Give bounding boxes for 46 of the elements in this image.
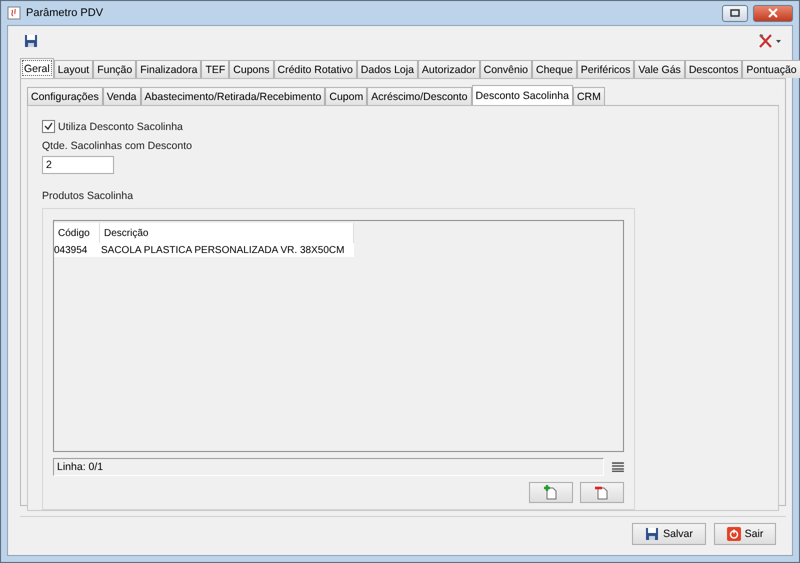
row-status: Linha: 0/1	[53, 458, 604, 476]
power-icon	[726, 527, 741, 541]
restore-button[interactable]	[722, 4, 748, 22]
tab[interactable]: Periféricos	[576, 60, 634, 78]
close-icon	[768, 8, 778, 18]
tab[interactable]: Descontos	[684, 60, 742, 78]
tab[interactable]: Função	[93, 60, 136, 78]
tools-dropdown-icon[interactable]	[758, 33, 782, 49]
tab[interactable]: Pontuação	[742, 60, 800, 78]
field-label: Qtde. Sacolinhas com Desconto	[42, 140, 193, 152]
tab[interactable]: Abastecimento/Retirada/Recebimento	[140, 87, 326, 105]
checkbox-label: Utiliza Desconto Sacolinha	[58, 120, 183, 132]
tab[interactable]: Geral	[20, 58, 54, 78]
window-title: Parâmetro PDV	[26, 7, 104, 19]
tab[interactable]: Crédito Rotativo	[274, 60, 357, 78]
tab[interactable]: Cupons	[229, 60, 274, 78]
tab[interactable]: Desconto Sacolinha	[472, 85, 573, 105]
save-icon	[24, 34, 38, 48]
tab[interactable]: TEF	[201, 60, 230, 78]
checkbox[interactable]	[42, 120, 55, 133]
close-button[interactable]	[753, 4, 793, 22]
save-button[interactable]: Salvar	[632, 523, 706, 545]
app-icon	[7, 6, 21, 20]
remove-row-button[interactable]	[580, 482, 624, 503]
exit-button[interactable]: Sair	[714, 523, 776, 545]
remove-document-icon	[595, 485, 609, 500]
tab[interactable]: Vale Gás	[634, 60, 685, 78]
tab[interactable]: CRM	[572, 87, 605, 105]
add-row-button[interactable]	[529, 482, 573, 503]
group-title: Produtos Sacolinha	[42, 190, 134, 202]
tab[interactable]: Acréscimo/Desconto	[367, 87, 472, 105]
table-cell-text: SACOLA PLASTICA PERSONALIZADA VR. 38X50CM	[100, 244, 346, 257]
quantity-field[interactable]: 2	[42, 156, 114, 174]
restore-icon	[730, 9, 740, 17]
tab[interactable]: Dados Loja	[356, 60, 418, 78]
tab[interactable]: Configurações	[27, 87, 103, 105]
tab[interactable]: Cupom	[325, 87, 368, 105]
table-cell-text: 043954	[54, 244, 88, 257]
tab[interactable]: Cheque	[532, 60, 577, 78]
tab[interactable]: Venda	[102, 87, 141, 105]
tab[interactable]: Layout	[54, 60, 94, 78]
tab[interactable]: Autorizador	[418, 60, 480, 78]
tab[interactable]: Finalizadora	[136, 60, 202, 78]
tab[interactable]: Convênio	[480, 60, 532, 78]
menu-icon[interactable]	[612, 462, 624, 472]
add-document-icon	[544, 485, 558, 500]
